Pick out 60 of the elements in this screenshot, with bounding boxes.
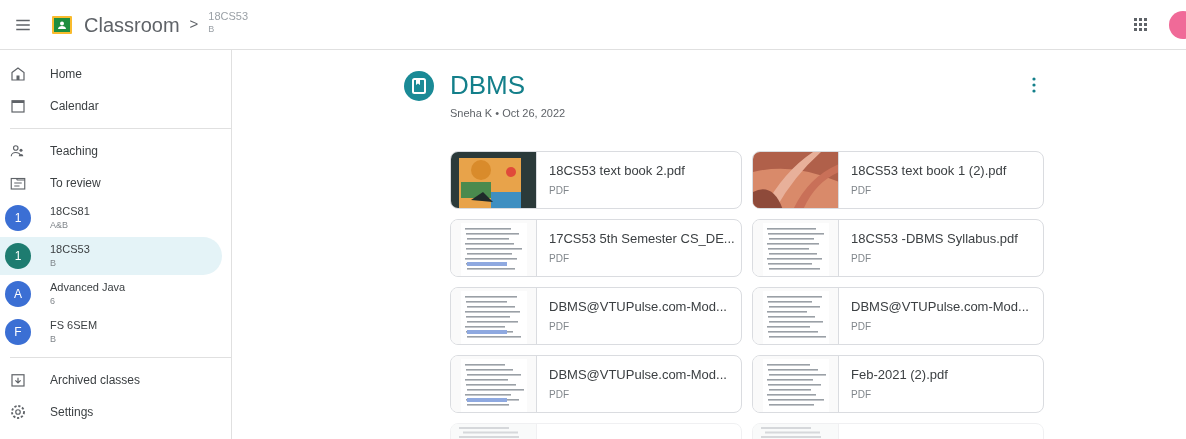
sidebar-item[interactable]: Settings xyxy=(0,396,222,428)
attachment-card[interactable]: 17CS53 5th Semester CS_DE... PDF xyxy=(450,218,742,277)
apps-grid-icon[interactable] xyxy=(1134,17,1148,32)
class-avatar: 1 xyxy=(5,243,31,269)
file-name: DBMS@VTUPulse.com-Mod... xyxy=(549,365,727,384)
archive-icon xyxy=(9,371,27,389)
sidebar-item[interactable]: To review xyxy=(0,167,222,199)
file-type: PDF xyxy=(549,184,570,199)
file-name: Feb-2021 (2).pdf xyxy=(851,365,948,384)
class-name: 18CS81 xyxy=(50,204,90,218)
more-options-icon[interactable] xyxy=(1032,77,1036,93)
sidebar-item[interactable]: A Advanced Java 6 xyxy=(0,275,222,313)
breadcrumb-separator: > xyxy=(189,14,199,35)
file-type: PDF xyxy=(549,252,570,267)
file-type: PDF xyxy=(851,252,872,267)
file-type: PDF xyxy=(549,388,570,403)
sidebar-item[interactable]: 1 18CS81 A&B xyxy=(0,199,222,237)
class-section: A&B xyxy=(50,218,90,232)
file-type: PDF xyxy=(851,320,872,335)
attachment-card[interactable]: DBMS@VTUPulse.com-Mod... PDF xyxy=(450,286,742,345)
home-icon xyxy=(9,65,27,83)
file-name: 18CS53 text book 2.pdf xyxy=(549,161,685,180)
file-type: PDF xyxy=(549,320,570,335)
file-type: PDF xyxy=(851,388,872,403)
class-section: B xyxy=(50,332,98,346)
file-name: DBMS@VTUPulse.com-Mod... xyxy=(851,297,1029,316)
classroom-logo-icon[interactable] xyxy=(52,15,72,34)
settings-icon xyxy=(9,403,27,421)
attachment-card[interactable]: 18CS53 -DBMS Syllabus.pdf PDF xyxy=(752,218,1044,277)
sidebar-item[interactable]: F FS 6SEM B xyxy=(0,313,222,351)
class-avatar: A xyxy=(5,281,31,307)
file-name: DBMS@VTUPulse.com-Mod... xyxy=(549,297,727,316)
file-name: 17CS53 5th Semester CS_DE... xyxy=(549,229,735,248)
file-type: PDF xyxy=(851,184,872,199)
attachment-card[interactable]: DBMS@VTUPulse.com-Mod... PDF xyxy=(450,354,742,413)
sidebar-item[interactable]: Teaching xyxy=(0,135,222,167)
attachment-card[interactable]: DBMS@VTUPulse.com-Mod... PDF xyxy=(752,286,1044,345)
calendar-icon xyxy=(9,97,27,115)
attachment-card[interactable]: 18CS53 text book 2.pdf PDF xyxy=(450,150,742,209)
file-name: 18CS53 -DBMS Syllabus.pdf xyxy=(851,229,1018,248)
class-section: 6 xyxy=(50,294,126,308)
class-section: B xyxy=(50,256,90,270)
material-icon xyxy=(404,71,434,101)
class-name: Advanced Java xyxy=(50,280,126,294)
class-name: FS 6SEM xyxy=(50,318,98,332)
attachment-card[interactable]: 18CS53 text book 1 (2).pdf PDF xyxy=(752,150,1044,209)
class-avatar: F xyxy=(5,319,31,345)
class-name: 18CS53 xyxy=(50,242,90,256)
sidebar-item[interactable]: 1 18CS53 B xyxy=(0,237,222,275)
sidebar-item[interactable]: Calendar xyxy=(0,90,222,122)
breadcrumb-subtitle: B xyxy=(208,23,216,36)
attachment-card[interactable]: Feb-2021 (2).pdf PDF xyxy=(752,354,1044,413)
sidebar-item[interactable]: Archived classes xyxy=(0,364,222,396)
app-name[interactable]: Classroom xyxy=(84,9,180,40)
avatar[interactable] xyxy=(1168,9,1186,40)
class-avatar: 1 xyxy=(5,205,31,231)
material-title: DBMS xyxy=(450,69,526,101)
sidebar-item[interactable]: Home xyxy=(0,58,222,90)
file-name: 18CS53 text book 1 (2).pdf xyxy=(851,161,1007,180)
author-date: Sneha K • Oct 26, 2022 xyxy=(450,106,567,121)
